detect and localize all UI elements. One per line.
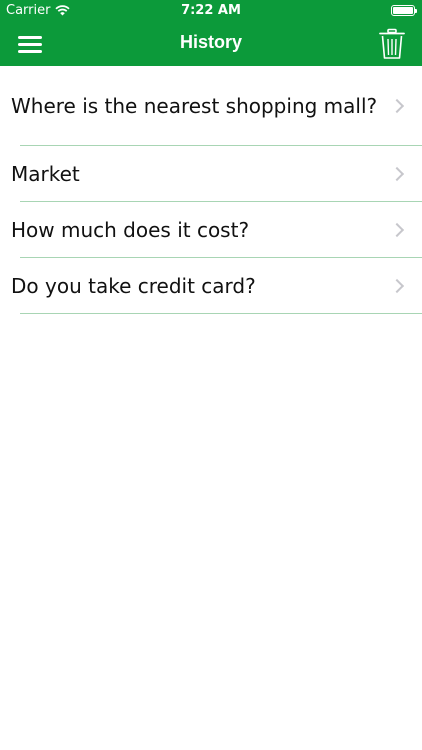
trash-icon[interactable] <box>378 28 406 60</box>
chevron-right-icon <box>389 278 405 294</box>
app-header: Carrier 7:22 AM History <box>0 0 422 66</box>
history-item-label: Where is the nearest shopping mall? <box>11 94 378 118</box>
history-list: Where is the nearest shopping mall? Mark… <box>0 66 422 314</box>
history-item[interactable]: Do you take credit card? <box>0 258 422 314</box>
history-item-label: Market <box>11 162 80 186</box>
history-item[interactable]: Where is the nearest shopping mall? <box>0 66 422 146</box>
battery-icon <box>391 5 417 16</box>
chevron-right-icon <box>389 98 405 114</box>
navigation-bar: History <box>0 22 422 66</box>
history-item[interactable]: Market <box>0 146 422 202</box>
chevron-right-icon <box>389 166 405 182</box>
battery-level <box>393 7 413 14</box>
history-item[interactable]: How much does it cost? <box>0 202 422 258</box>
status-time: 7:22 AM <box>181 3 241 18</box>
chevron-right-icon <box>389 222 405 238</box>
history-item-label: How much does it cost? <box>11 218 250 242</box>
history-item-label: Do you take credit card? <box>11 274 256 298</box>
page-title: History <box>179 32 242 52</box>
status-bar: Carrier 7:22 AM <box>0 0 422 22</box>
